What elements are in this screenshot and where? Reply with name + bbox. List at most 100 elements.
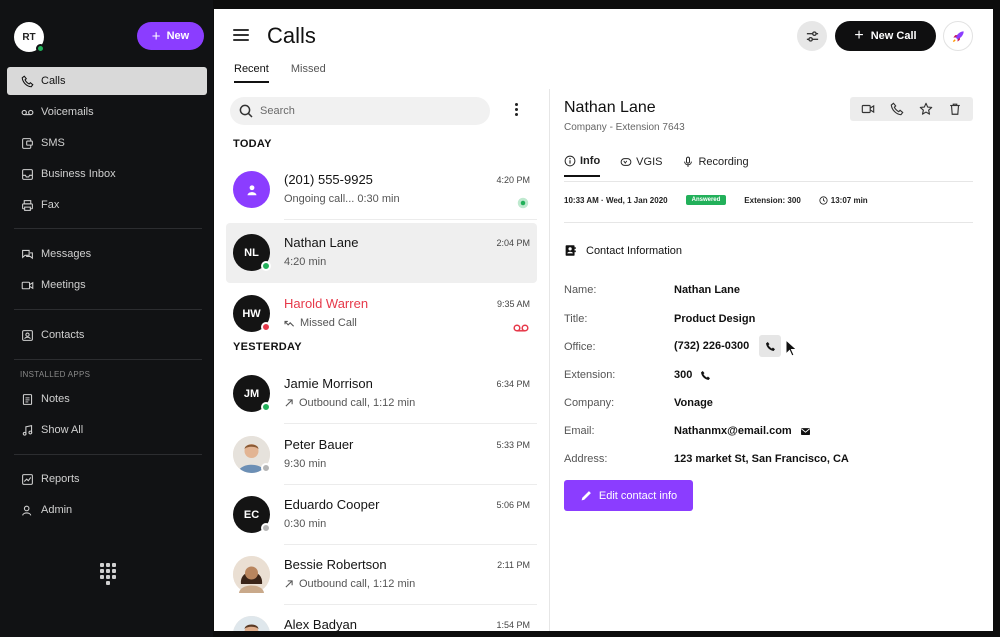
call-time: 4:20 PM (496, 175, 530, 185)
tab-recording[interactable]: Recording (682, 155, 749, 177)
call-time: 6:34 PM (496, 379, 530, 389)
clock-icon (819, 195, 828, 205)
presence-dot (261, 261, 271, 271)
call-datetime: 10:33 AM · Wed, 1 Jan 2020 (564, 195, 668, 205)
new-button[interactable]: + New (137, 22, 204, 50)
sidebar-item-sms[interactable]: SMS (7, 129, 207, 157)
divider (14, 359, 202, 360)
call-row[interactable]: Bessie Robertson Outbound call, 1:12 min… (226, 545, 537, 605)
star-icon[interactable] (919, 102, 933, 116)
divider (564, 222, 973, 223)
field-value-text[interactable]: (732) 226-0300 (674, 340, 749, 352)
call-detail-text: 0:30 min (284, 518, 327, 530)
field-value-email: Nathanmx@email.com (674, 425, 811, 437)
tab-missed[interactable]: Missed (291, 63, 326, 83)
field-value-name: Nathan Lane (674, 284, 740, 296)
contact-subtitle: Company - Extension 7643 (564, 122, 685, 133)
new-call-button[interactable]: + New Call (835, 21, 936, 51)
call-detail-text: Ongoing call... 0:30 min (284, 193, 400, 205)
user-avatar[interactable]: RT (14, 22, 45, 53)
edit-contact-button[interactable]: Edit contact info (564, 480, 693, 511)
call-time: 9:35 AM (496, 299, 530, 309)
field-value-text[interactable]: Nathanmx@email.com (674, 425, 792, 437)
call-detail: Missed Call (284, 317, 357, 329)
filter-button[interactable] (797, 21, 827, 51)
field-value-address: 123 market St, San Francisco, CA (674, 453, 849, 465)
avatar (233, 556, 270, 593)
fax-icon (22, 199, 33, 211)
call-row[interactable]: Alex Badyan 1:54 PM (226, 605, 537, 631)
group-yesterday: YESTERDAY (233, 341, 302, 353)
field-value-extension: 300 (674, 369, 711, 381)
trash-icon[interactable] (948, 102, 962, 116)
tab-info[interactable]: Info (564, 155, 601, 177)
sidebar-item-label: Notes (41, 393, 70, 405)
call-time: 2:04 PM (496, 238, 530, 248)
sidebar-item-admin[interactable]: Admin (7, 496, 207, 524)
phone-icon (21, 74, 34, 87)
divider (14, 228, 202, 229)
sidebar-item-messages[interactable]: Messages (7, 240, 207, 268)
rocket-icon (952, 30, 964, 42)
sidebar-item-label: Voicemails (41, 106, 94, 118)
notes-icon (22, 393, 33, 405)
field-value-text: 123 market St, San Francisco, CA (674, 453, 849, 465)
video-call-icon[interactable] (861, 102, 875, 116)
presence-dot (261, 322, 271, 332)
call-detail: 9:30 min (284, 458, 326, 470)
caller-name: Harold Warren (284, 296, 369, 311)
field-value-text: Vonage (674, 397, 713, 409)
tab-vgis[interactable]: VGIS (620, 155, 662, 177)
call-row[interactable]: JM Jamie Morrison Outbound call, 1:12 mi… (226, 364, 537, 424)
launch-button[interactable] (943, 21, 973, 51)
call-office-button[interactable] (759, 335, 782, 357)
sidebar-item-calls[interactable]: Calls (7, 67, 207, 95)
sidebar-item-show-all[interactable]: Show All (7, 416, 207, 444)
sidebar-item-reports[interactable]: Reports (7, 465, 207, 493)
call-row[interactable]: Peter Bauer 9:30 min 5:33 PM (226, 425, 537, 485)
phone-icon (765, 341, 775, 351)
contact-info-title: Contact Information (586, 244, 682, 257)
field-label-extension: Extension: (564, 369, 616, 381)
status-badge: Answered (685, 195, 727, 205)
mouse-cursor-icon (785, 339, 798, 357)
phone-icon[interactable] (890, 102, 904, 116)
call-row[interactable]: (201) 555-9925 Ongoing call... 0:30 min … (226, 160, 537, 220)
call-meta: 10:33 AM · Wed, 1 Jan 2020 Answered Exte… (564, 195, 868, 205)
sidebar-item-label: SMS (41, 137, 65, 149)
call-time: 5:33 PM (496, 440, 530, 450)
call-detail: Outbound call, 1:12 min (284, 578, 415, 590)
avatar-photo (233, 616, 270, 631)
installed-apps-heading: INSTALLED APPS (20, 370, 91, 379)
sidebar-item-meetings[interactable]: Meetings (7, 271, 207, 299)
sidebar-item-label: Messages (41, 248, 92, 260)
sidebar-item-voicemails[interactable]: Voicemails (7, 98, 207, 126)
tab-recent[interactable]: Recent (234, 63, 269, 83)
music-icon (22, 424, 33, 436)
more-options-icon[interactable] (512, 103, 520, 119)
call-row[interactable]: HW Harold Warren Missed Call 9:35 AM (226, 284, 537, 344)
sidebar-item-contacts[interactable]: Contacts (7, 321, 207, 349)
sidebar-item-label: Business Inbox (41, 168, 116, 180)
sidebar-item-business-inbox[interactable]: Business Inbox (7, 160, 207, 188)
divider (14, 454, 202, 455)
dialpad-icon[interactable] (100, 563, 116, 585)
caller-name: Eduardo Cooper (284, 497, 380, 512)
avatar: HW (233, 295, 271, 332)
phone-icon[interactable] (700, 370, 711, 381)
avatar: JM (233, 375, 271, 412)
new-call-label: New Call (870, 30, 917, 42)
call-row-selected[interactable]: NL Nathan Lane 4:20 min 2:04 PM (226, 223, 537, 283)
sidebar-item-label: Fax (41, 199, 60, 211)
call-row[interactable]: EC Eduardo Cooper 0:30 min 5:06 PM (226, 485, 537, 545)
new-button-label: New (166, 30, 190, 42)
field-value-text: Product Design (674, 313, 756, 325)
menu-icon[interactable] (233, 29, 249, 41)
sidebar-item-fax[interactable]: Fax (7, 191, 207, 219)
search-input[interactable]: Search (230, 97, 490, 125)
admin-icon (22, 505, 32, 516)
voicemail-icon (513, 320, 529, 338)
sidebar-item-notes[interactable]: Notes (7, 385, 207, 413)
mail-icon[interactable] (800, 426, 811, 437)
call-tabs: Recent Missed (234, 63, 326, 83)
